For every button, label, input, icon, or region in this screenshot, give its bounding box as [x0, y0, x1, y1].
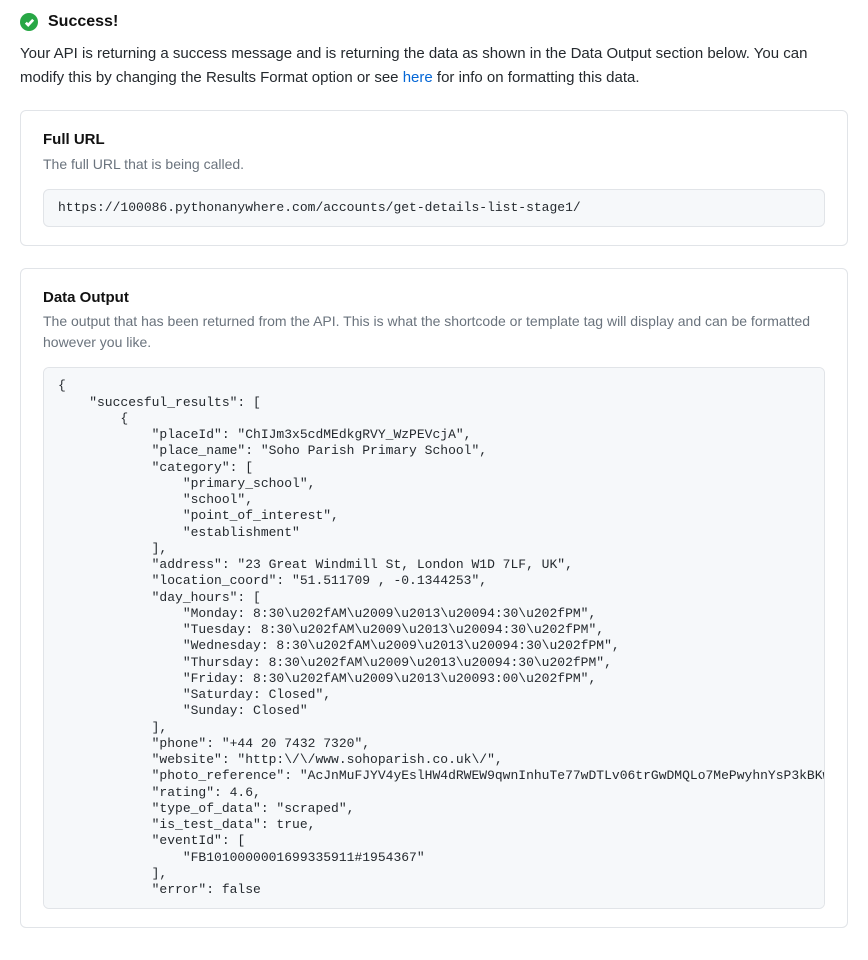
success-title: Success!	[48, 10, 118, 34]
data-output-title: Data Output	[43, 287, 825, 310]
full-url-value[interactable]: https://100086.pythonanywhere.com/accoun…	[43, 189, 825, 227]
success-banner: Success! Your API is returning a success…	[20, 10, 848, 110]
success-header: Success!	[20, 10, 848, 34]
full-url-subtitle: The full URL that is being called.	[43, 154, 825, 175]
check-circle-icon	[20, 13, 38, 31]
data-output-subtitle: The output that has been returned from t…	[43, 311, 825, 353]
data-output-content[interactable]: { "succesful_results": [ { "placeId": "C…	[43, 367, 825, 909]
success-description: Your API is returning a success message …	[20, 42, 848, 90]
full-url-title: Full URL	[43, 129, 825, 152]
data-output-section: Data Output The output that has been ret…	[20, 268, 848, 929]
full-url-section: Full URL The full URL that is being call…	[20, 110, 848, 246]
success-desc-after: for info on formatting this data.	[433, 69, 640, 86]
here-link[interactable]: here	[403, 69, 433, 86]
